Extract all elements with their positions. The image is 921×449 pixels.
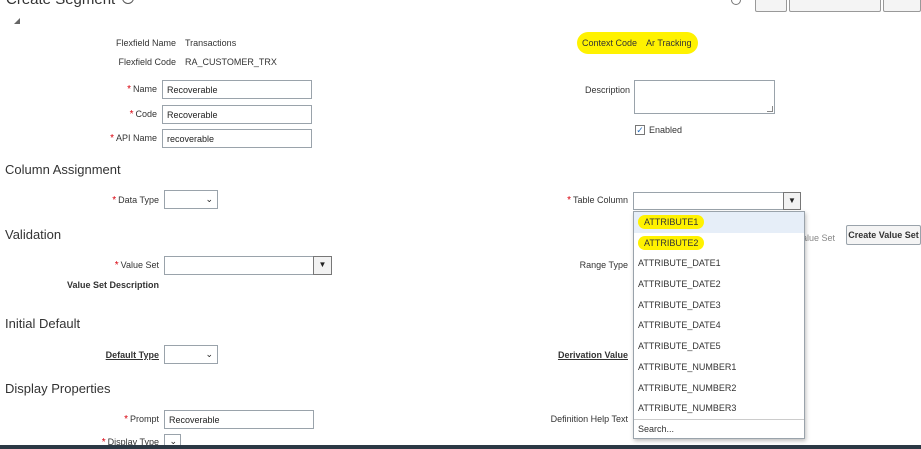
default-type-select[interactable]: ⌄: [164, 345, 218, 364]
table-column-dropdown-list[interactable]: ATTRIBUTE1 ATTRIBUTE2 ATTRIBUTE_DATE1 AT…: [633, 211, 805, 439]
context-code-value: Ar Tracking: [646, 38, 692, 48]
page-title-text: Create Segment: [6, 0, 115, 8]
toolbar-button-1[interactable]: [755, 0, 787, 12]
value-set-dropdown-button[interactable]: ▼: [313, 256, 332, 275]
toolbar-button-2[interactable]: [789, 0, 881, 12]
name-field[interactable]: Recoverable: [162, 80, 312, 99]
derivation-value-label: Derivation Value: [557, 350, 628, 360]
chevron-down-icon: ⌄: [205, 194, 213, 204]
code-field[interactable]: Recoverable: [162, 105, 312, 124]
prompt-label-text: Prompt: [129, 414, 159, 424]
dropdown-option[interactable]: ATTRIBUTE1: [634, 212, 804, 233]
column-assignment-heading: Column Assignment: [5, 162, 121, 177]
help-icon[interactable]: [122, 0, 135, 4]
dropdown-option[interactable]: ATTRIBUTE_DATE3: [634, 295, 804, 316]
data-type-label-text: Data Type: [118, 195, 159, 205]
required-icon: *: [110, 133, 114, 144]
dropdown-option-label: ATTRIBUTE2: [638, 235, 705, 250]
context-code-label: Context Code: [581, 38, 637, 48]
required-icon: *: [129, 109, 134, 120]
value-set-label-text: Value Set: [120, 260, 159, 270]
value-set-combobox[interactable]: [164, 256, 332, 275]
dropdown-option[interactable]: ATTRIBUTE_DATE2: [634, 274, 804, 295]
flexfield-code-value: RA_CUSTOMER_TRX: [185, 57, 277, 67]
create-value-set-button[interactable]: Create Value Set: [846, 225, 921, 245]
required-icon: *: [114, 260, 119, 271]
prompt-label: * Prompt: [100, 414, 159, 425]
value-set-label: * Value Set: [90, 260, 159, 271]
collapse-triangle-icon[interactable]: [14, 18, 20, 24]
required-icon: *: [124, 414, 128, 425]
name-label: * Name: [100, 84, 157, 95]
enabled-checkbox[interactable]: ✓: [635, 125, 645, 135]
flexfield-name-value: Transactions: [185, 38, 237, 48]
table-column-label: * Table Column: [540, 195, 628, 206]
required-icon: *: [127, 84, 131, 95]
name-label-text: Name: [132, 84, 157, 94]
edit-value-set-button[interactable]: alue Set: [802, 229, 835, 247]
prompt-field[interactable]: Recoverable: [164, 410, 314, 429]
dropdown-option[interactable]: ATTRIBUTE_NUMBER3: [634, 398, 804, 419]
bottom-bar: [0, 445, 921, 449]
data-type-label: * Data Type: [90, 195, 159, 206]
dropdown-option-label: ATTRIBUTE1: [638, 215, 705, 229]
definition-help-text-label: Definition Help Text: [550, 414, 628, 424]
resize-handle-icon[interactable]: [767, 106, 773, 112]
validation-heading: Validation: [5, 227, 62, 242]
chevron-down-icon: ⌄: [205, 349, 213, 359]
initial-default-heading: Initial Default: [5, 316, 81, 331]
table-column-label-text: Table Column: [572, 195, 628, 205]
toolbar-button-3[interactable]: [883, 0, 921, 12]
dropdown-option[interactable]: ATTRIBUTE_DATE1: [634, 253, 804, 274]
flexfield-code-label: Flexfield Code: [118, 57, 176, 67]
api-name-label-text: API Name: [115, 133, 157, 143]
flexfield-name-label: Flexfield Name: [115, 38, 176, 48]
required-icon: *: [567, 195, 571, 206]
range-type-label: Range Type: [579, 260, 628, 270]
value-set-description-label: Value Set Description: [66, 280, 159, 290]
description-field[interactable]: [634, 80, 775, 114]
dropdown-option[interactable]: ATTRIBUTE_DATE4: [634, 315, 804, 336]
code-label-text: Code: [135, 109, 157, 119]
dropdown-search-link[interactable]: Search...: [634, 419, 804, 438]
dropdown-option[interactable]: ATTRIBUTE_DATE5: [634, 336, 804, 357]
dropdown-option[interactable]: ATTRIBUTE_NUMBER1: [634, 357, 804, 378]
required-icon: *: [112, 195, 117, 206]
code-label: * Code: [100, 109, 157, 120]
toolbar-gear-icon[interactable]: [731, 0, 741, 5]
dropdown-option[interactable]: ATTRIBUTE_NUMBER2: [634, 378, 804, 399]
dropdown-option[interactable]: ATTRIBUTE2: [634, 233, 804, 254]
display-properties-heading: Display Properties: [5, 381, 111, 396]
table-column-dropdown-button[interactable]: ▼: [783, 192, 801, 210]
default-type-label: Default Type: [105, 350, 159, 360]
data-type-select[interactable]: ⌄: [164, 190, 218, 209]
enabled-label: Enabled: [649, 125, 683, 135]
api-name-field[interactable]: recoverable: [162, 129, 312, 148]
description-label: Description: [584, 85, 630, 95]
table-column-combobox[interactable]: [633, 192, 801, 210]
page-title: Create Segment: [6, 0, 135, 8]
api-name-label: * API Name: [90, 133, 157, 144]
